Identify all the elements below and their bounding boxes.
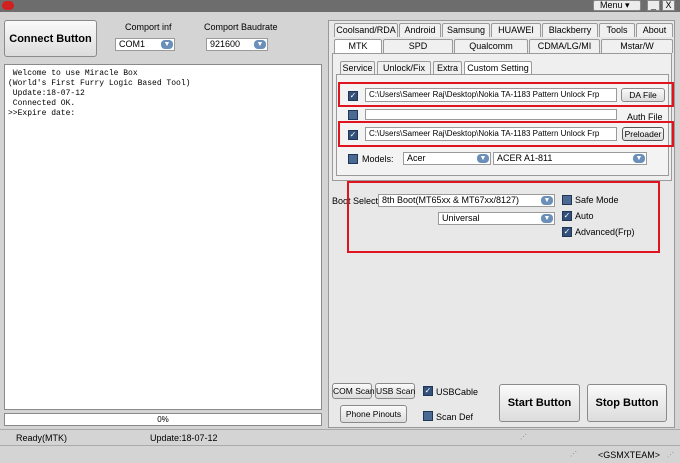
tab-spd[interactable]: SPD [383, 39, 453, 53]
status-bar: Ready(MTK) Update:18-07-12 ⋰ [0, 429, 680, 445]
log-line: >>Expire date: [8, 109, 76, 118]
brand-value: Acer [407, 153, 426, 163]
progress-bar: 0% [4, 413, 322, 426]
log-line: (World's First Furry Logic Based Tool) [8, 79, 191, 88]
auth-file-checkbox[interactable] [348, 110, 358, 120]
tab-huawei[interactable]: HUAWEI [491, 23, 541, 37]
app-logo-icon [2, 1, 14, 10]
models-checkbox[interactable] [348, 154, 358, 164]
chevron-down-icon: ▼ [161, 40, 173, 49]
tab-coolsand[interactable]: Coolsand/RDA [334, 23, 398, 37]
status-ready: Ready(MTK) [16, 433, 68, 443]
tab-about[interactable]: About [636, 23, 673, 37]
usb-cable-checkbox[interactable]: ✓ [423, 386, 433, 396]
connect-button[interactable]: Connect Button [4, 20, 97, 57]
highlight-box [338, 82, 674, 107]
usb-cable-label: USBCable [436, 387, 479, 397]
auth-file-path[interactable] [365, 109, 617, 120]
chevron-down-icon: ▼ [633, 154, 645, 163]
highlight-box [338, 121, 674, 147]
baud-label: Comport Baudrate [204, 22, 278, 32]
chevron-down-icon: ▼ [477, 154, 489, 163]
menu-button[interactable]: Menu ▾ [593, 0, 641, 11]
comport-select[interactable]: COM1 ▼ [115, 38, 175, 51]
title-bar: Menu ▾ _ X [0, 0, 680, 12]
tab-mstar[interactable]: Mstar/W [601, 39, 673, 53]
tab-cdma[interactable]: CDMA/LG/MI [529, 39, 600, 53]
comport-value: COM1 [119, 39, 146, 49]
tab-samsung[interactable]: Samsung [442, 23, 490, 37]
phone-pinouts-button[interactable]: Phone Pinouts [340, 405, 407, 423]
log-line: Update:18-07-12 [8, 89, 85, 98]
subtab-extra[interactable]: Extra [433, 61, 462, 75]
team-label: <GSMXTEAM> [598, 450, 661, 460]
tab-mtk[interactable]: MTK [334, 39, 382, 53]
tab-qualcomm[interactable]: Qualcomm [454, 39, 528, 53]
start-button[interactable]: Start Button [499, 384, 580, 422]
status-update: Update:18-07-12 [150, 433, 218, 443]
log-line: Welcome to use Miracle Box [8, 69, 138, 78]
scan-def-checkbox[interactable] [423, 411, 433, 421]
com-scan-button[interactable]: COM Scan [332, 383, 375, 399]
model-value: ACER A1-811 [497, 153, 553, 163]
tab-blackberry[interactable]: Blackberry [542, 23, 598, 37]
highlight-box [347, 181, 660, 253]
subtab-custom-setting[interactable]: Custom Setting [464, 61, 532, 75]
tool-panel: Coolsand/RDA Android Samsung HUAWEI Blac… [328, 20, 675, 428]
baud-select[interactable]: 921600 ▼ [206, 38, 268, 51]
scan-def-label: Scan Def [436, 412, 474, 422]
resize-grip-icon: ⋰ [570, 451, 577, 458]
model-select[interactable]: ACER A1-811 ▼ [493, 152, 647, 165]
subtab-service[interactable]: Service [340, 61, 375, 75]
brand-select[interactable]: Acer ▼ [403, 152, 491, 165]
tab-tools[interactable]: Tools [599, 23, 635, 37]
resize-grip-icon: ⋰ [520, 434, 527, 441]
chevron-down-icon: ▼ [254, 40, 266, 49]
stop-button[interactable]: Stop Button [587, 384, 667, 422]
models-label: Models: [362, 154, 394, 164]
tab-android[interactable]: Android [399, 23, 441, 37]
usb-scan-button[interactable]: USB Scan [375, 383, 415, 399]
baud-value: 921600 [210, 39, 241, 49]
progress-text: 0% [157, 415, 169, 424]
app-window: Menu ▾ _ X Connect Button Comport inf CO… [0, 0, 680, 463]
comport-label: Comport inf [125, 22, 172, 32]
close-button[interactable]: X [662, 0, 675, 11]
minimize-button[interactable]: _ [647, 0, 660, 11]
log-line: Connected OK. [8, 99, 76, 108]
subtab-unlock-fix[interactable]: Unlock/Fix [377, 61, 431, 75]
resize-grip-icon: ⋰ [667, 452, 674, 459]
bottom-bar: ⋰ <GSMXTEAM> ⋰ [0, 445, 680, 463]
log-output: Welcome to use Miracle Box (World's First… [4, 64, 322, 410]
